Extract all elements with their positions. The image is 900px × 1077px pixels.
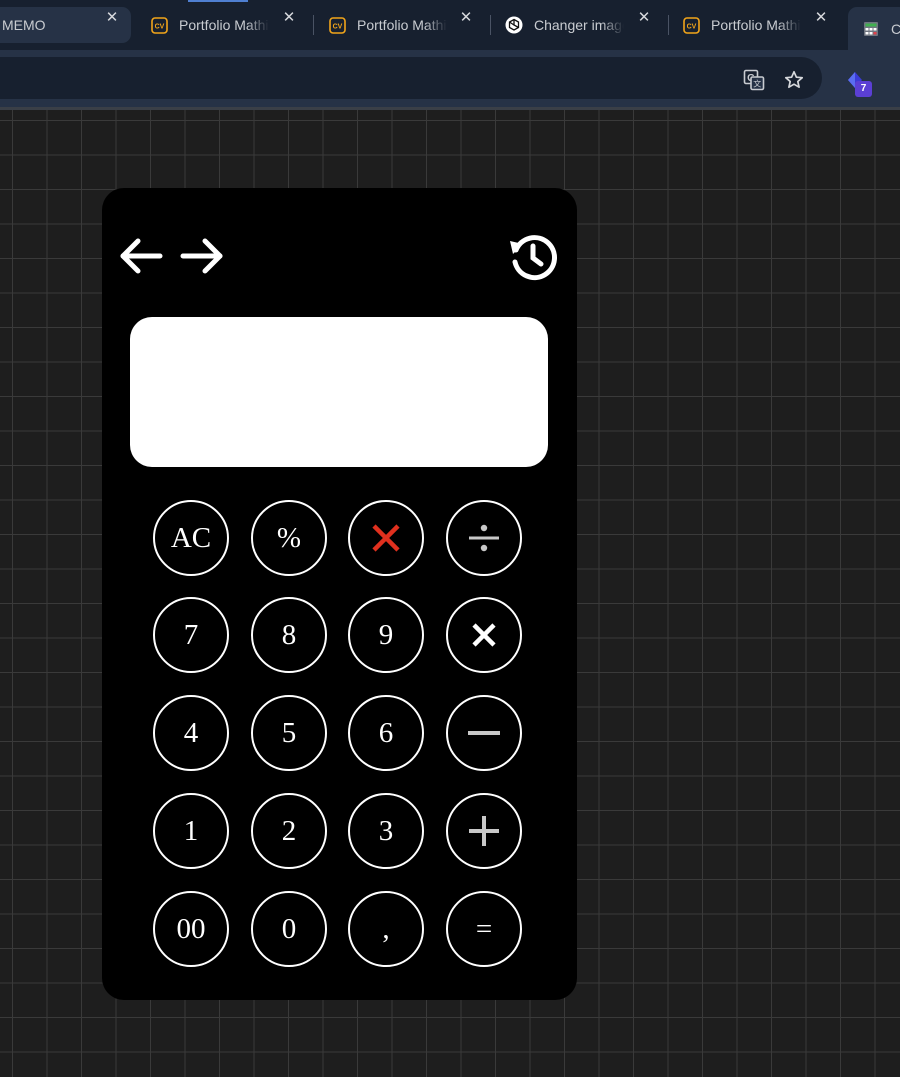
tab-title: Changer image <box>534 17 624 33</box>
multiply-icon <box>472 623 496 647</box>
tab-portfolio-2[interactable]: CV Portfolio Mathieu <box>328 7 447 43</box>
double-zero-button[interactable]: 00 <box>153 891 229 967</box>
tab-separator <box>313 15 314 35</box>
tab-separator <box>668 15 669 35</box>
digit-6-button[interactable]: 6 <box>348 695 424 771</box>
cv-icon: CV <box>682 16 700 34</box>
svg-text:文: 文 <box>753 79 761 89</box>
calculator-icon <box>862 20 880 38</box>
tab-strip: MEMO ✕ CV Portfolio Mathieu ✕ CV Portfol… <box>0 0 900 50</box>
clear-button[interactable]: AC <box>153 500 229 576</box>
calculator-display <box>130 317 548 467</box>
equals-button[interactable]: = <box>446 891 522 967</box>
minus-icon <box>468 731 500 735</box>
tab-portfolio-3[interactable]: CV Portfolio Mathieu <box>682 7 801 43</box>
digit-4-button[interactable]: 4 <box>153 695 229 771</box>
tab-portfolio-1[interactable]: CV Portfolio Mathieu <box>150 7 269 43</box>
tab-close-icon[interactable]: ✕ <box>457 9 475 27</box>
digit-1-button[interactable]: 1 <box>153 793 229 869</box>
tab-title: Portfolio Mathieu <box>711 17 801 33</box>
multiply-button[interactable] <box>446 597 522 673</box>
comma-button[interactable]: , <box>348 891 424 967</box>
address-bar[interactable] <box>0 57 822 99</box>
tab-title: MEMO <box>2 17 46 33</box>
digit-5-button[interactable]: 5 <box>251 695 327 771</box>
tab-close-icon[interactable]: ✕ <box>635 9 653 27</box>
bookmark-star-icon[interactable] <box>782 68 806 92</box>
plus-icon <box>469 816 499 846</box>
digit-7-button[interactable]: 7 <box>153 597 229 673</box>
delete-x-icon <box>372 524 400 552</box>
minus-button[interactable] <box>446 695 522 771</box>
digit-0-button[interactable]: 0 <box>251 891 327 967</box>
forward-arrow-icon[interactable] <box>179 234 225 278</box>
svg-text:CV: CV <box>686 23 696 30</box>
divide-icon <box>469 524 499 552</box>
tab-calculator[interactable]: Ca <box>848 7 900 50</box>
tab-title: Portfolio Mathieu <box>357 17 447 33</box>
divide-button[interactable] <box>446 500 522 576</box>
delete-button[interactable] <box>348 500 424 576</box>
tab-close-icon[interactable]: ✕ <box>812 9 830 27</box>
svg-text:CV: CV <box>332 23 342 30</box>
translate-icon[interactable]: G文 <box>742 68 766 92</box>
digit-2-button[interactable]: 2 <box>251 793 327 869</box>
tab-close-icon[interactable]: ✕ <box>280 9 298 27</box>
tab-title: Portfolio Mathieu <box>179 17 269 33</box>
digit-3-button[interactable]: 3 <box>348 793 424 869</box>
plus-button[interactable] <box>446 793 522 869</box>
digit-9-button[interactable]: 9 <box>348 597 424 673</box>
tab-loading-indicator <box>188 0 248 2</box>
tab-close-icon[interactable]: ✕ <box>103 9 121 27</box>
percent-button[interactable]: % <box>251 500 327 576</box>
cv-icon: CV <box>150 16 168 34</box>
history-icon[interactable] <box>507 231 559 283</box>
tab-separator <box>490 15 491 35</box>
tab-title: Ca <box>891 20 900 37</box>
cv-icon: CV <box>328 16 346 34</box>
extension-badge: 7 <box>855 81 872 97</box>
openai-icon <box>505 16 523 34</box>
digit-8-button[interactable]: 8 <box>251 597 327 673</box>
tab-changer-image[interactable]: Changer image <box>505 7 624 43</box>
back-arrow-icon[interactable] <box>118 234 164 278</box>
calculator: AC % 7 8 9 4 5 6 1 2 3 00 0 , = <box>102 188 577 1000</box>
svg-text:CV: CV <box>154 23 164 30</box>
